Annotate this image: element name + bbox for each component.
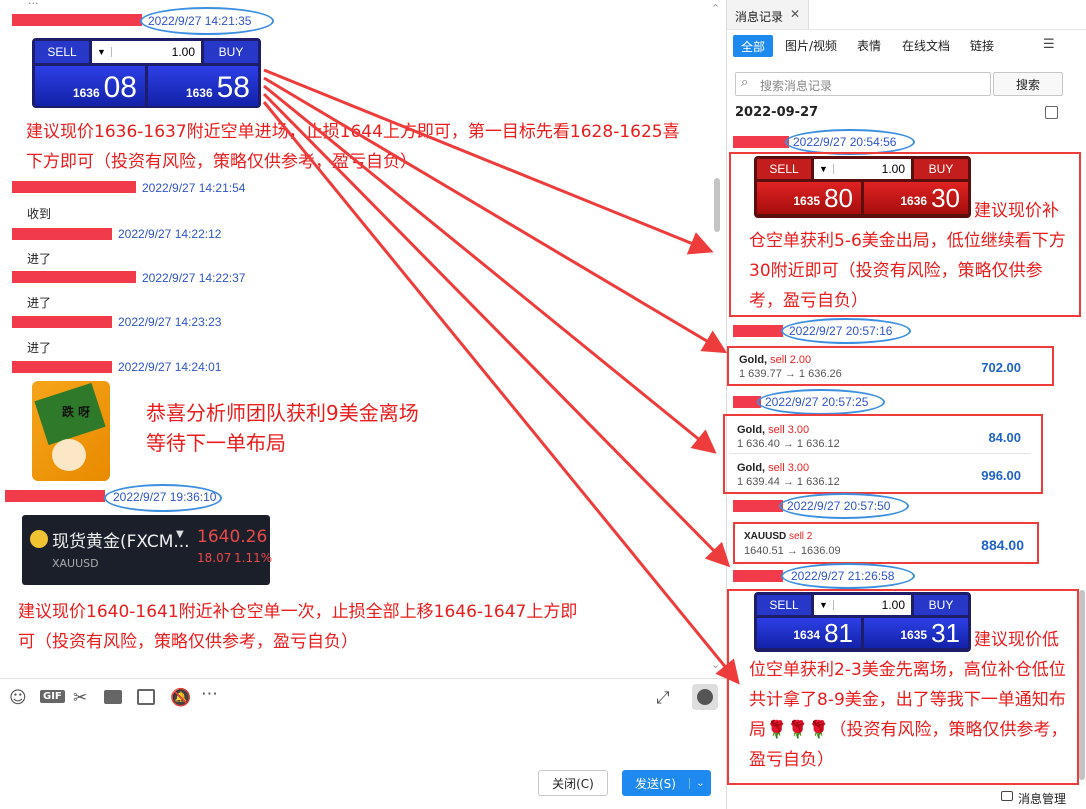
annotation-arrows [262, 68, 740, 685]
arrow-line [263, 76, 728, 354]
arrow-line [263, 84, 717, 454]
arrow-line [262, 101, 740, 685]
